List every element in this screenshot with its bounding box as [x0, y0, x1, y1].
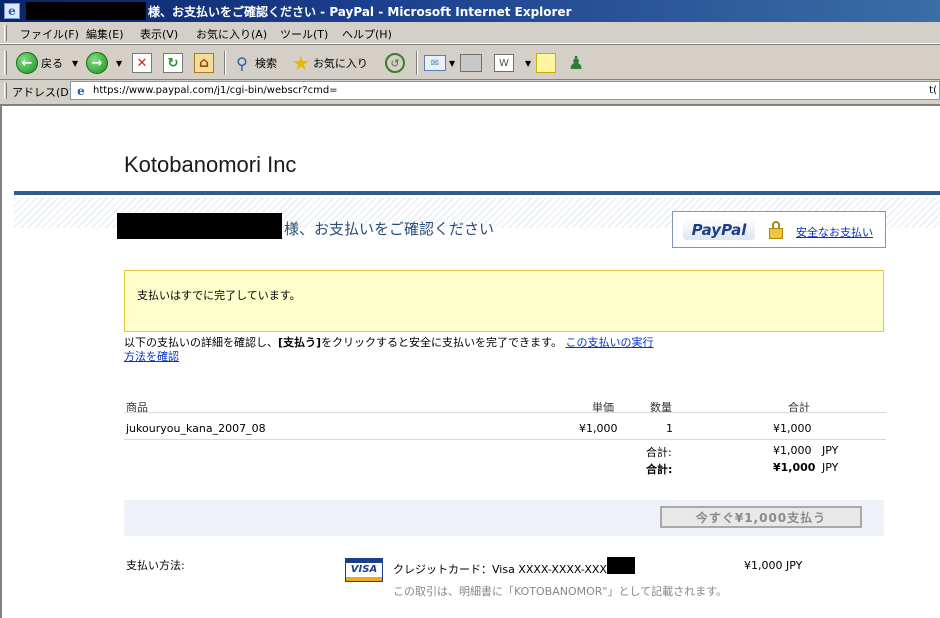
stop-button[interactable]: ✕	[132, 50, 152, 76]
toolbar-grip[interactable]	[4, 51, 7, 75]
forward-arrow-icon: →	[86, 52, 108, 74]
visa-card-icon: VISA	[345, 558, 383, 582]
stop-icon: ✕	[132, 53, 152, 73]
grand-total-value: ¥1,000	[773, 461, 816, 474]
card-description: クレジットカード：Visa XXXX-XXXX-XXXX-	[393, 563, 618, 576]
back-dropdown[interactable]: ▼	[72, 50, 78, 76]
page-heading: 様、お支払いをご確認ください	[284, 220, 495, 238]
grand-total-currency: JPY	[822, 461, 839, 474]
note-icon	[536, 53, 556, 73]
visa-logo-text: VISA	[350, 564, 378, 575]
address-url[interactable]: https://www.paypal.com/j1/cgi-bin/webscr…	[93, 85, 338, 96]
search-icon: ⚲	[236, 53, 248, 73]
grand-total-label: 合計:	[646, 463, 673, 476]
history-icon: ↺	[385, 53, 405, 73]
paypal-badge: PayPal 安全なお支払い	[672, 211, 886, 248]
ie-icon: e	[4, 3, 20, 19]
instruction-text: 以下の支払いの詳細を確認し、[支払う]をクリックすると安全に支払いを完了できます…	[124, 336, 664, 364]
favorites-button[interactable]: ★ お気に入り	[292, 50, 368, 76]
mail-button[interactable]: ✉ ▼	[424, 50, 455, 76]
instruction-part-1: 以下の支払いの詳細を確認し、	[124, 336, 278, 349]
address-bar: アドレス(D) e https://www.paypal.com/j1/cgi-…	[0, 80, 940, 102]
chevron-down-icon: ▼	[449, 58, 456, 68]
messenger-icon: ♟	[568, 52, 585, 74]
edit-icon: W	[494, 54, 514, 72]
star-icon: ★	[292, 51, 310, 75]
secure-payment-link[interactable]: 安全なお支払い	[796, 224, 873, 240]
address-url-tail: t(	[929, 85, 937, 96]
search-button[interactable]: ⚲ 検索	[232, 50, 277, 76]
discuss-button[interactable]	[536, 50, 556, 76]
menu-favorites[interactable]: お気に入り(A)	[196, 26, 267, 42]
table-divider	[124, 439, 886, 440]
window-title: 様、お支払いをご確認ください - PayPal - Microsoft Inte…	[148, 5, 572, 19]
print-button[interactable]	[460, 50, 482, 76]
item-unit-price: ¥1,000	[579, 422, 618, 435]
home-icon: ⌂	[194, 53, 214, 73]
table-divider	[124, 412, 886, 413]
forward-dropdown[interactable]: ▼	[116, 50, 122, 76]
subtotal-value: ¥1,000	[773, 444, 812, 457]
lock-icon	[769, 221, 783, 239]
chevron-down-icon: ▼	[525, 58, 532, 68]
payment-amount: ¥1,000 JPY	[744, 559, 803, 572]
menu-file[interactable]: ファイル(F)	[20, 26, 79, 42]
merchant-name: Kotobanomori Inc	[124, 152, 297, 177]
title-bar: e 様、お支払いをご確認ください - PayPal - Microsoft In…	[0, 0, 940, 22]
menu-edit[interactable]: 編集(E)	[86, 26, 124, 42]
refresh-button[interactable]: ↻	[163, 50, 183, 76]
favorites-label: お気に入り	[312, 57, 368, 70]
refresh-icon: ↻	[163, 53, 183, 73]
payment-method-label: 支払い方法:	[126, 559, 185, 572]
statement-note: この取引は、明細書に「KOTOBANOMOR"」として記載されます。	[393, 585, 728, 598]
toolbar-separator	[416, 51, 418, 75]
header-rule	[14, 191, 940, 195]
notice-box: 支払いはすでに完了しています。	[124, 270, 884, 332]
home-button[interactable]: ⌂	[194, 50, 214, 76]
redacted-title-block	[26, 2, 146, 20]
instruction-bold: [支払う]	[278, 336, 322, 349]
paypal-logo: PayPal	[683, 220, 755, 240]
menu-help[interactable]: ヘルプ(H)	[342, 26, 392, 42]
subtotal-currency: JPY	[822, 444, 839, 457]
chevron-down-icon: ▼	[116, 58, 123, 68]
menu-tools[interactable]: ツール(T)	[280, 26, 328, 42]
pay-now-band: 今すぐ¥1,000支払う	[124, 500, 884, 536]
toolbar: ← 戻る ▼ → ▼ ✕ ↻ ⌂ ⚲ 検索 ★ お気に入り ↺ ✉ ▼ W ▼ …	[0, 44, 940, 80]
print-icon	[460, 54, 482, 72]
menu-grip[interactable]	[4, 25, 7, 41]
address-label: アドレス(D)	[12, 86, 74, 99]
forward-button[interactable]: →	[86, 50, 108, 76]
instruction-part-2: をクリックすると安全に支払いを完了できます。	[321, 336, 562, 349]
search-label: 検索	[255, 57, 277, 70]
back-arrow-icon: ←	[16, 52, 38, 74]
item-quantity: 1	[666, 422, 673, 435]
notice-text: 支払いはすでに完了しています。	[137, 289, 301, 302]
address-grip[interactable]	[4, 83, 7, 99]
redacted-name-block	[117, 213, 282, 239]
address-input[interactable]: e https://www.paypal.com/j1/cgi-bin/webs…	[70, 81, 940, 100]
history-button[interactable]: ↺	[385, 50, 405, 76]
pay-now-button[interactable]: 今すぐ¥1,000支払う	[660, 506, 862, 528]
menu-view[interactable]: 表示(V)	[140, 26, 178, 42]
messenger-button[interactable]: ♟	[568, 50, 584, 76]
redacted-card-digits	[607, 557, 635, 574]
back-button[interactable]: ← 戻る	[16, 50, 63, 76]
menu-bar: ファイル(F) 編集(E) 表示(V) お気に入り(A) ツール(T) ヘルプ(…	[0, 22, 940, 44]
page-viewport: Kotobanomori Inc 様、お支払いをご確認ください PayPal 安…	[0, 104, 940, 618]
edit-button[interactable]: W ▼	[494, 50, 531, 76]
chevron-down-icon: ▼	[72, 58, 79, 68]
item-name: jukouryou_kana_2007_08	[126, 422, 266, 435]
page-icon: e	[77, 84, 85, 98]
item-total: ¥1,000	[773, 422, 812, 435]
subtotal-label: 合計:	[646, 446, 672, 459]
toolbar-separator	[224, 51, 226, 75]
mail-icon: ✉	[424, 55, 446, 71]
back-label: 戻る	[41, 57, 63, 70]
